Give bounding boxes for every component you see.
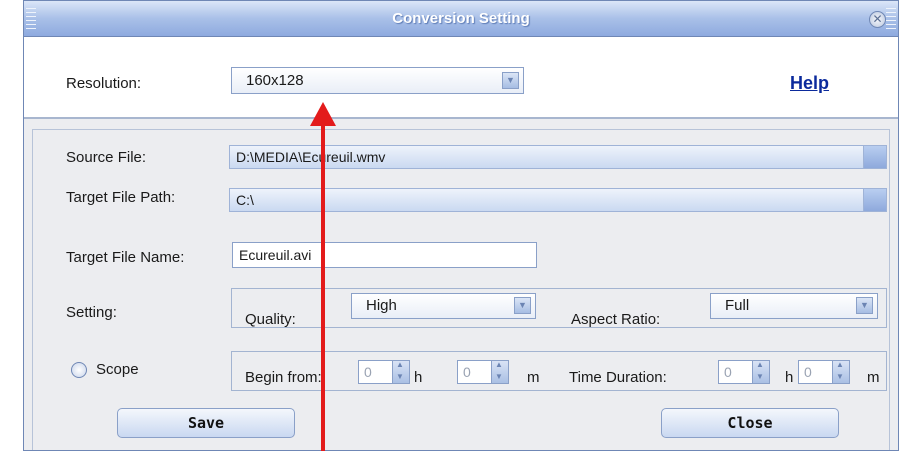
begin-hours-unit: h — [414, 369, 423, 386]
resolution-dropdown[interactable]: 160x128 ▼ — [231, 67, 524, 94]
begin-hours-spin-icon[interactable] — [392, 360, 409, 383]
quality-chevron-icon[interactable]: ▼ — [514, 297, 531, 314]
duration-minutes-stepper[interactable]: 0 — [798, 360, 850, 384]
target-name-value: Ecureuil.avi — [239, 247, 312, 263]
duration-hours-stepper[interactable]: 0 — [718, 360, 770, 384]
source-file-field[interactable]: D:\MEDIA\Ecureuil.wmv — [229, 145, 887, 169]
resolution-value: 160x128 — [246, 72, 304, 89]
chevron-down-icon[interactable]: ▼ — [502, 72, 519, 89]
source-file-label: Source File: — [66, 149, 147, 166]
save-button[interactable]: Save — [117, 408, 295, 438]
begin-hours-stepper[interactable]: 0 — [358, 360, 410, 384]
close-icon[interactable]: ✕ — [869, 11, 886, 28]
time-duration-label: Time Duration: — [569, 369, 667, 386]
begin-minutes-unit: m — [527, 369, 540, 386]
browse-target-button[interactable] — [863, 189, 886, 211]
annotation-arrow-line — [321, 122, 325, 451]
title-bar[interactable]: Conversion Setting ✕ — [24, 1, 898, 37]
target-path-field[interactable]: C:\ — [229, 188, 887, 212]
resolution-label: Resolution: — [66, 75, 142, 92]
close-button[interactable]: Close — [661, 408, 839, 438]
setting-label: Setting: — [66, 304, 117, 321]
quality-label: Quality: — [245, 311, 296, 328]
window-title: Conversion Setting — [392, 10, 530, 27]
duration-minutes-unit: m — [867, 369, 880, 386]
scope-radio[interactable] — [71, 362, 87, 378]
help-link[interactable]: Help — [790, 73, 829, 94]
target-name-input[interactable]: Ecureuil.avi — [232, 242, 537, 268]
aspect-ratio-value: Full — [725, 297, 750, 314]
target-path-label: Target File Path: — [66, 189, 176, 206]
aspect-chevron-icon[interactable]: ▼ — [856, 297, 873, 314]
begin-hours-value: 0 — [364, 364, 372, 380]
duration-minutes-value: 0 — [804, 364, 812, 380]
begin-from-label: Begin from: — [245, 369, 322, 386]
scope-label: Scope — [96, 361, 139, 378]
begin-minutes-value: 0 — [463, 364, 471, 380]
begin-minutes-spin-icon[interactable] — [491, 360, 508, 383]
quality-value: High — [366, 297, 397, 314]
aspect-ratio-dropdown[interactable]: Full ▼ — [710, 293, 878, 319]
aspect-ratio-label: Aspect Ratio: — [571, 311, 661, 328]
duration-hours-unit: h — [785, 369, 794, 386]
browse-source-button[interactable] — [863, 146, 886, 168]
duration-hours-value: 0 — [724, 364, 732, 380]
target-name-label: Target File Name: — [66, 249, 185, 266]
duration-minutes-spin-icon[interactable] — [832, 360, 849, 383]
duration-hours-spin-icon[interactable] — [752, 360, 769, 383]
quality-dropdown[interactable]: High ▼ — [351, 293, 536, 319]
begin-minutes-stepper[interactable]: 0 — [457, 360, 509, 384]
target-path-value: C:\ — [236, 192, 254, 208]
conversion-setting-window: Conversion Setting ✕ Resolution: 160x128… — [23, 0, 899, 451]
source-file-value: D:\MEDIA\Ecureuil.wmv — [236, 149, 386, 165]
